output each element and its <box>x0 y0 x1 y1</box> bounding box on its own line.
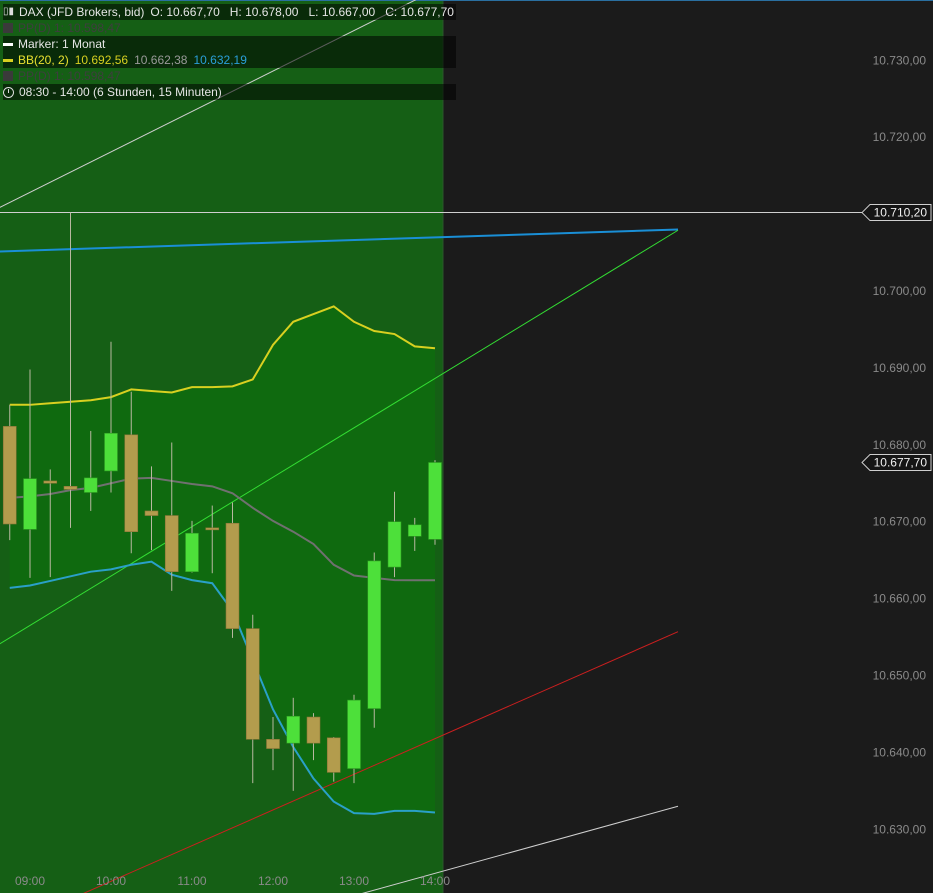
x-tick-label: 11:00 <box>177 874 206 888</box>
bb-swatch-icon <box>3 58 13 62</box>
legend-bb-row[interactable]: BB(20, 2) 10.692,56 10.662,38 10.632,19 <box>3 52 456 68</box>
candle-body <box>83 477 98 493</box>
marker-swatch-icon <box>3 42 13 46</box>
candle-body <box>43 480 58 484</box>
y-tick-label: 10.670,00 <box>873 515 927 529</box>
candle <box>367 552 382 728</box>
legend-pp-row-2[interactable]: PP(D) 1: 10.598,47 <box>3 68 456 84</box>
y-tick-label: 10.700,00 <box>873 284 927 298</box>
price-tag-label: 10.677,70 <box>874 455 928 469</box>
bb-mid-value: 10.662,38 <box>134 53 188 67</box>
candle-body <box>225 522 240 629</box>
candle-body <box>266 739 280 749</box>
candle-body <box>428 462 442 540</box>
bb-lower-value: 10.632,19 <box>193 53 247 67</box>
ohlc-readout: O: 10.667,70 H: 10.678,00 L: 10.667,00 C… <box>150 5 454 19</box>
pivot-swatch-icon <box>3 23 13 33</box>
candle <box>428 460 442 545</box>
candle-body <box>205 527 220 531</box>
candle-body <box>185 532 199 572</box>
candle-body <box>2 426 17 525</box>
pp-label: PP(D) 1: 10.598,47 <box>18 69 121 83</box>
candle-body <box>23 478 37 530</box>
x-tick-label: 13:00 <box>339 874 369 888</box>
pivot-swatch-icon <box>3 71 13 81</box>
candle-body <box>347 699 361 769</box>
price-tag-label: 10.710,20 <box>874 206 928 220</box>
candle-body <box>104 432 118 472</box>
legend-header-row: ▯▮ DAX (JFD Brokers, bid) O: 10.667,70 H… <box>3 4 456 20</box>
legend-pp-row-1[interactable]: PP(D) 1: 10.598,47 <box>3 20 456 36</box>
chart-legend: ▯▮ DAX (JFD Brokers, bid) O: 10.667,70 H… <box>3 4 456 100</box>
candle-body <box>144 510 159 516</box>
candle-body <box>367 560 382 709</box>
candle-body <box>63 486 78 490</box>
bb-label: BB(20, 2) <box>18 53 69 67</box>
legend-marker-row[interactable]: Marker: 1 Monat <box>3 36 456 52</box>
x-tick-label: 10:00 <box>96 874 126 888</box>
legend-session-row[interactable]: 08:30 - 14:00 (6 Stunden, 15 Minuten) <box>3 84 456 100</box>
candle-body <box>407 524 422 537</box>
x-tick-label: 09:00 <box>15 874 45 888</box>
y-tick-label: 10.660,00 <box>873 592 927 606</box>
marker-label: Marker: 1 Monat <box>18 37 106 51</box>
y-tick-label: 10.690,00 <box>873 361 927 375</box>
y-tick-label: 10.730,00 <box>873 53 927 67</box>
candle-body <box>286 715 301 744</box>
y-tick-label: 10.720,00 <box>873 130 927 144</box>
pp-label: PP(D) 1: 10.598,47 <box>18 21 121 35</box>
clock-icon <box>3 86 14 98</box>
y-tick-label: 10.630,00 <box>873 822 927 836</box>
x-tick-label: 14:00 <box>420 874 450 888</box>
price-tag: 10.677,70 <box>861 453 932 471</box>
instrument-title: DAX (JFD Brokers, bid) <box>19 5 145 19</box>
x-tick-label: 12:00 <box>258 874 288 888</box>
candle-body <box>326 737 341 773</box>
y-tick-label: 10.650,00 <box>873 669 927 683</box>
bb-upper-value: 10.692,56 <box>74 53 129 67</box>
candle-body <box>245 628 260 740</box>
y-tick-label: 10.640,00 <box>873 745 927 759</box>
session-label: 08:30 - 14:00 (6 Stunden, 15 Minuten) <box>19 85 222 99</box>
price-tag: 10.710,20 <box>861 204 932 222</box>
candle-body <box>306 716 321 744</box>
candlestick-icon: ▯▮ <box>3 6 15 17</box>
y-tick-label: 10.680,00 <box>873 438 927 452</box>
candle-body <box>164 515 179 572</box>
candle-body <box>387 521 402 568</box>
candle-body <box>124 434 139 532</box>
chart-canvas[interactable]: 10.730,0010.720,0010.710,0010.700,0010.6… <box>0 0 933 893</box>
